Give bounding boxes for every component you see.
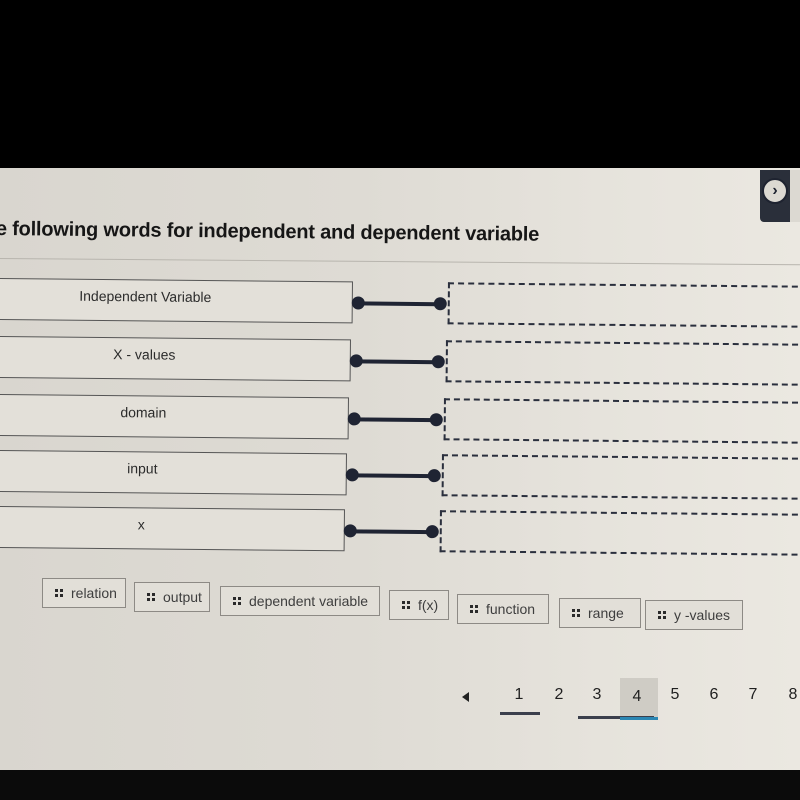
drag-handle-icon (572, 609, 580, 617)
answer-chip[interactable]: function (457, 594, 549, 624)
connector-start-dot (347, 412, 361, 426)
connector-end-dot[interactable] (433, 297, 447, 311)
drag-handle-icon (470, 605, 478, 613)
triangle-left-icon[interactable] (462, 692, 469, 702)
page-3[interactable]: 3 (582, 686, 612, 704)
match-pair: x (0, 505, 800, 558)
answer-chip[interactable]: f(x) (389, 590, 449, 620)
page-6[interactable]: 6 (699, 686, 729, 704)
term-box: Independent Variable (0, 277, 353, 324)
drop-zone[interactable] (447, 282, 800, 328)
answer-chip[interactable]: y -values (645, 600, 743, 630)
connector-end-dot[interactable] (427, 469, 441, 483)
answer-chip[interactable]: output (134, 582, 210, 612)
page-1[interactable]: 1 (504, 686, 534, 704)
connector-start-dot (349, 354, 363, 368)
connector-end-dot[interactable] (431, 355, 445, 369)
term-box: input (0, 449, 347, 496)
connector-line (351, 417, 436, 423)
page-2[interactable]: 2 (544, 686, 574, 704)
connector-line (349, 473, 434, 479)
chevron-right-icon: › (772, 182, 778, 199)
connector-start-dot (343, 524, 357, 538)
connector-line (347, 529, 432, 535)
connector-line (353, 359, 438, 365)
current-page-underline (620, 717, 658, 720)
drag-handle-icon (402, 601, 410, 609)
match-pair: Independent Variable (0, 277, 800, 330)
term-box: x (0, 505, 345, 552)
answer-bank: relation output dependent variable f(x) … (42, 574, 800, 634)
match-pair: input (0, 449, 800, 502)
drop-zone[interactable] (443, 398, 800, 444)
drag-handle-icon (55, 589, 63, 597)
match-pair: X - values (0, 335, 800, 388)
pagination: 1 2 3 4 5 6 7 8 (448, 678, 800, 730)
connector-end-dot[interactable] (425, 525, 439, 539)
connector-start-dot (345, 468, 359, 482)
term-box: domain (0, 393, 349, 440)
drag-handle-icon (658, 611, 666, 619)
page-1-underline (500, 712, 540, 715)
page-7[interactable]: 7 (738, 686, 768, 704)
drag-handle-icon (147, 593, 155, 601)
term-box: X - values (0, 335, 351, 382)
connector-end-dot[interactable] (429, 413, 443, 427)
answer-chip[interactable]: relation (42, 578, 126, 608)
page-5[interactable]: 5 (660, 686, 690, 704)
connector-line (355, 301, 440, 307)
match-pair: domain (0, 393, 800, 446)
page-4[interactable]: 4 (622, 688, 652, 706)
next-question-button[interactable]: › (762, 178, 788, 204)
answer-chip[interactable]: range (559, 598, 641, 628)
drag-handle-icon (233, 597, 241, 605)
drop-zone[interactable] (445, 340, 800, 386)
drop-zone[interactable] (441, 454, 800, 500)
answer-chip[interactable]: dependent variable (220, 586, 380, 616)
page-8[interactable]: 8 (778, 686, 800, 704)
monitor-bezel (0, 770, 800, 800)
drop-zone[interactable] (439, 510, 800, 556)
connector-start-dot (351, 296, 365, 310)
